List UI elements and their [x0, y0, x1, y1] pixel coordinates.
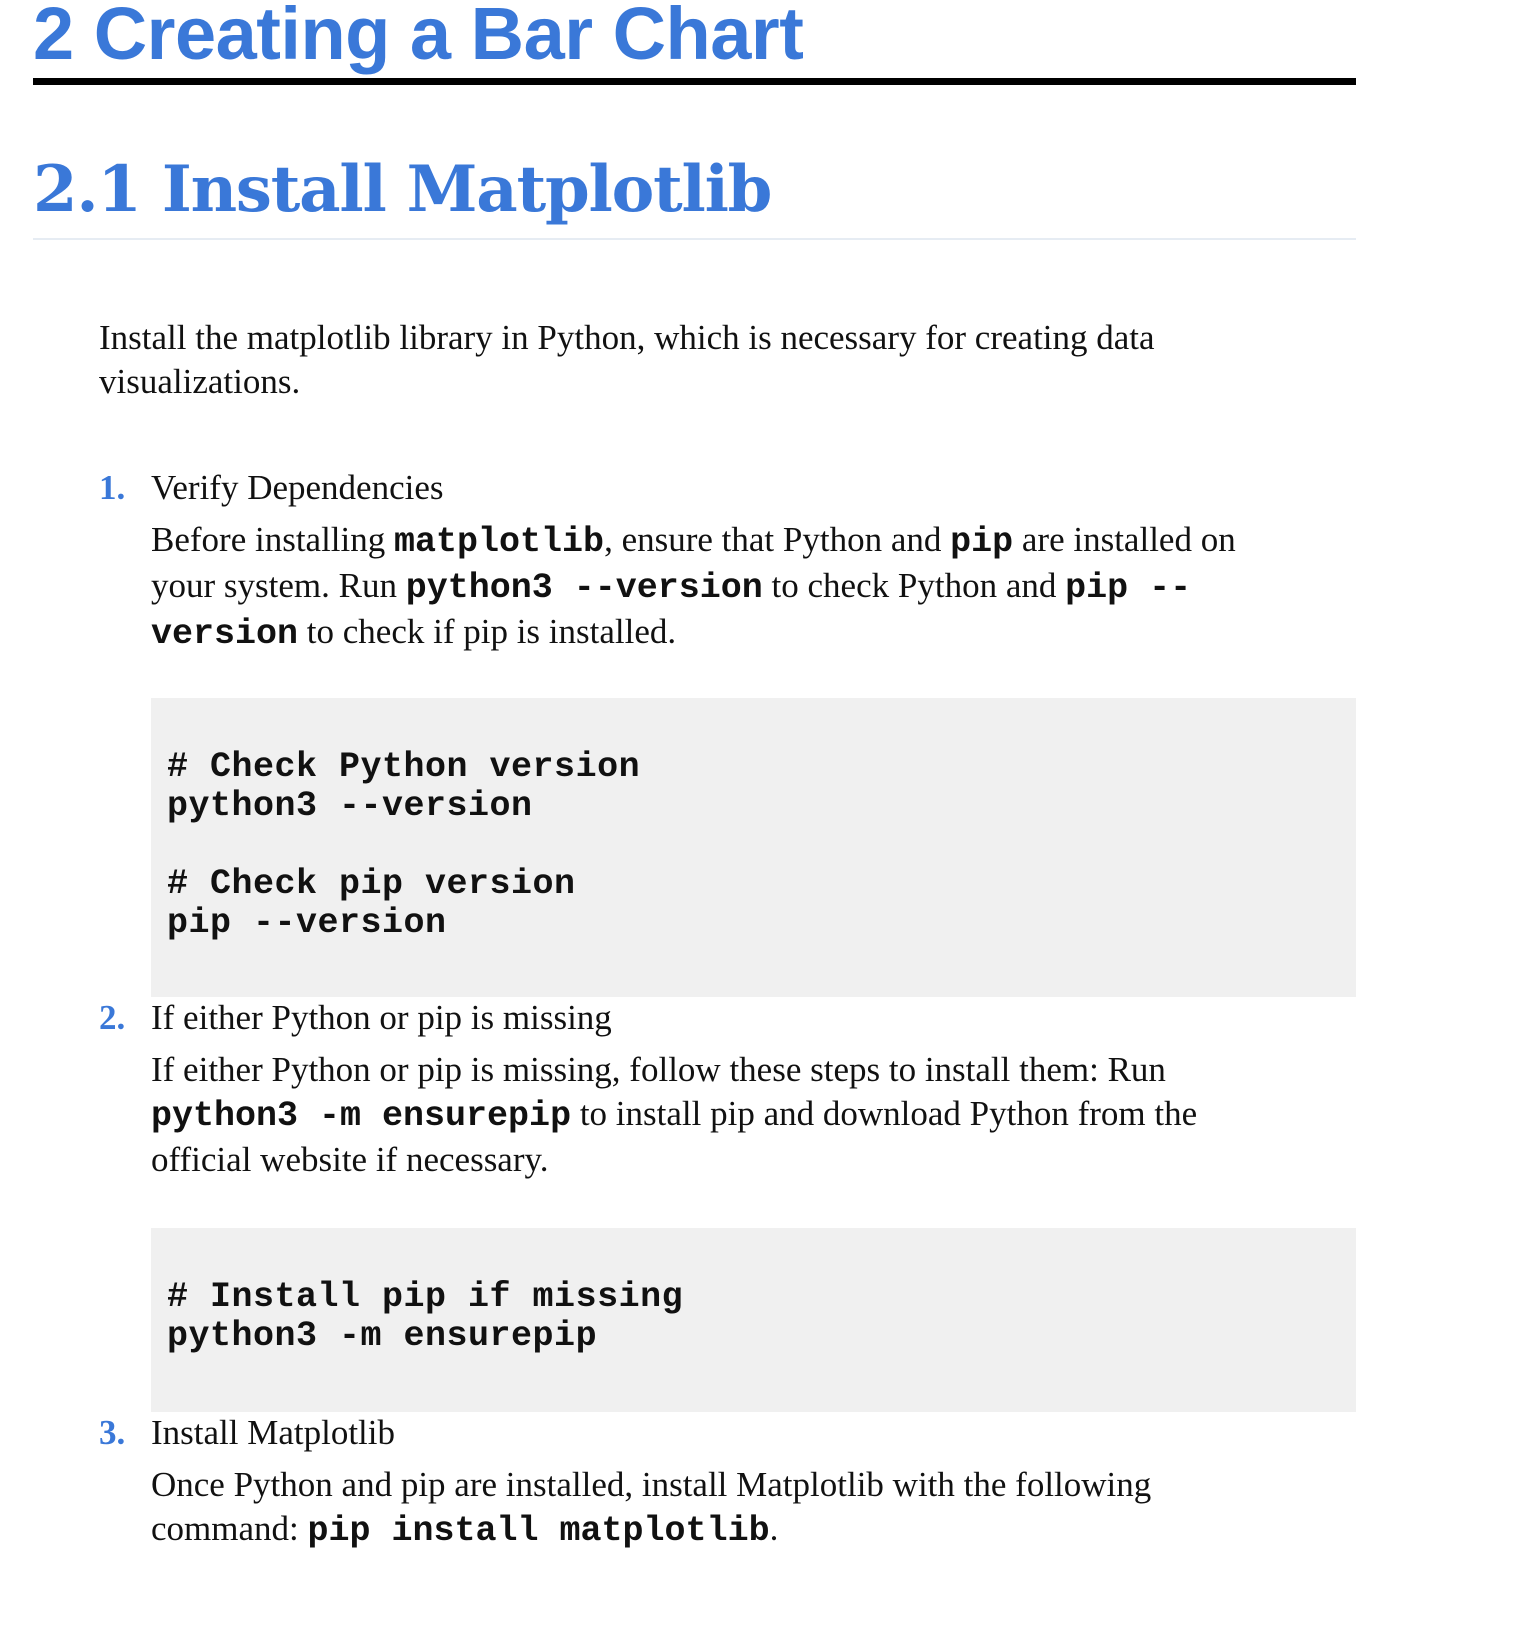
step-number: 1. [99, 468, 126, 507]
section-heading: 2.1 Install Matplotlib [33, 152, 772, 227]
section-heading-rule [33, 238, 1356, 240]
step-text: If either Python or pip is missing, foll… [151, 1050, 1166, 1089]
chapter-heading-rule [33, 78, 1356, 85]
inline-code: version [151, 614, 299, 654]
step-text: . [769, 1509, 779, 1548]
code-block: # Check Python version python3 --version… [151, 698, 1356, 997]
step-text: to check Python and [762, 566, 1066, 605]
code-line: # Check pip version [167, 864, 576, 904]
step-body: Once Python and pip are installed, insta… [151, 1463, 1301, 1553]
inline-code: python3 -m ensurepip [151, 1096, 572, 1136]
step-title: If either Python or pip is missing [151, 998, 612, 1037]
inline-code: pip install matplotlib [307, 1511, 770, 1551]
code-line: python3 --version [167, 786, 533, 826]
step-number: 3. [99, 1413, 126, 1452]
step-title: Install Matplotlib [151, 1413, 396, 1452]
inline-code: python3 --version [405, 568, 763, 608]
code-line: pip --version [167, 903, 447, 943]
step-text: , ensure that Python and [604, 520, 951, 559]
step-title: Verify Dependencies [151, 468, 444, 507]
step-body: Before installing matplotlib, ensure tha… [151, 518, 1301, 656]
inline-code: pip [950, 522, 1014, 562]
code-block: # Install pip if missing python3 -m ensu… [151, 1228, 1356, 1412]
step-body: If either Python or pip is missing, foll… [151, 1048, 1301, 1182]
step-text: Before installing [151, 520, 395, 559]
code-line: # Check Python version [167, 747, 641, 787]
inline-code: matplotlib [394, 522, 605, 562]
step-number: 2. [99, 998, 126, 1037]
step-text: to check if pip is installed. [298, 612, 677, 651]
section-intro: Install the matplotlib library in Python… [99, 318, 1155, 401]
inline-code: pip -- [1065, 568, 1192, 608]
code-line: # Install pip if missing [167, 1277, 684, 1317]
chapter-heading: 2 Creating a Bar Chart [33, 0, 804, 75]
code-line: python3 -m ensurepip [167, 1316, 598, 1356]
